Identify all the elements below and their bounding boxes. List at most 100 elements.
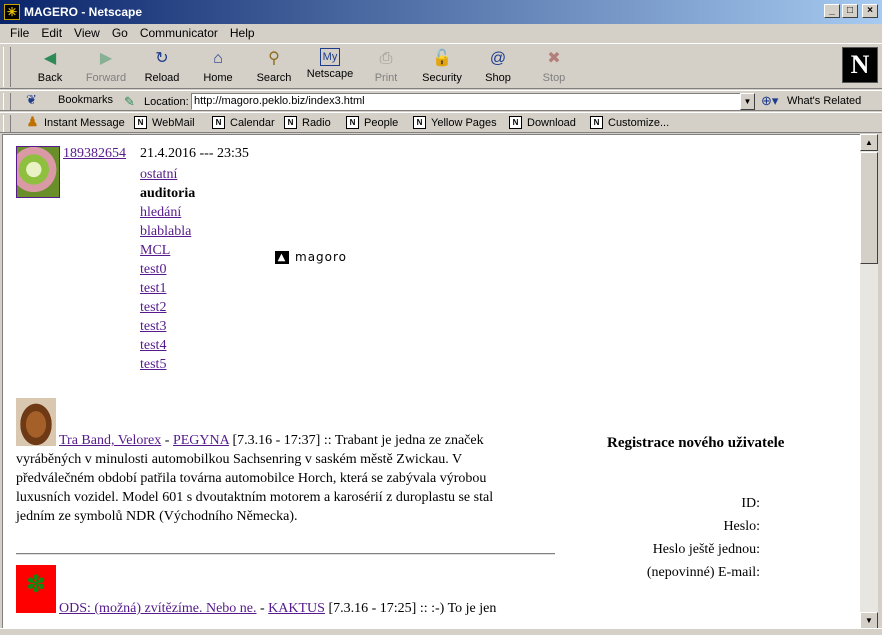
nav-link-test5[interactable]: test5 (140, 357, 166, 373)
back-button[interactable]: ◀ Back (22, 47, 78, 87)
forward-arrow-icon: ▶ (99, 50, 113, 67)
stop-icon: ✖ (547, 50, 561, 67)
nav-link-test2[interactable]: test2 (140, 300, 166, 316)
security-label: Security (422, 72, 462, 84)
reload-label: Reload (144, 72, 180, 84)
close-button[interactable]: × (862, 4, 878, 18)
shop-icon: @ (489, 50, 507, 67)
bookmarks-label: Bookmarks (58, 94, 114, 106)
post-1-line-3: luxusních vozidel. Model 601 s dvoutaktn… (16, 490, 494, 505)
print-icon: ⎙ (379, 50, 393, 67)
bookmark-yellow-pages[interactable]: N Yellow Pages (413, 116, 497, 129)
bookmark-customize[interactable]: N Customize... (590, 116, 669, 129)
bookmarks-icon: ❦ (26, 92, 37, 107)
my-netscape-icon: My (320, 48, 340, 66)
toolbar-grip[interactable] (3, 47, 11, 87)
vertical-scrollbar[interactable]: ▲ ▼ (860, 134, 878, 629)
search-button[interactable]: ⚲ Search (246, 47, 302, 87)
netscape-button[interactable]: My Netscape (302, 47, 358, 87)
bookmark-label: Radio (302, 116, 331, 129)
bookmark-label: Calendar (230, 116, 275, 129)
post-1-line-4: jedním ze symbolů NDR (Východního Německ… (16, 509, 298, 524)
home-button[interactable]: ⌂ Home (190, 47, 246, 87)
bookmark-page-icon: N (346, 116, 359, 129)
menu-communicator[interactable]: Communicator (134, 26, 224, 40)
scroll-down-arrow-icon[interactable]: ▼ (860, 612, 878, 629)
nav-link-ostatn-[interactable]: ostatní (140, 167, 177, 183)
whats-related-button[interactable]: ⊕▾ What's Related (761, 93, 861, 109)
post-2-meta: [7.3.16 - 17:25] :: :-) To je jen (324, 601, 497, 616)
shop-button[interactable]: @ Shop (470, 47, 526, 87)
bookmark-radio[interactable]: N Radio (284, 116, 331, 129)
location-grip[interactable] (3, 93, 11, 110)
personal-grip[interactable] (3, 115, 11, 132)
back-arrow-icon: ◀ (43, 50, 57, 67)
instant-message-icon: ♟ (26, 114, 39, 129)
bookmark-webmail[interactable]: N WebMail (134, 116, 195, 129)
search-label: Search (256, 72, 292, 84)
reg-email-label: (nepovinné) E-mail: (646, 565, 760, 580)
menu-go[interactable]: Go (106, 26, 134, 40)
minimize-button[interactable]: _ (824, 4, 840, 18)
nav-link-test4[interactable]: test4 (140, 338, 166, 354)
menu-view[interactable]: View (68, 26, 106, 40)
print-button[interactable]: ⎙ Print (358, 47, 414, 87)
reg-id-label: ID: (741, 496, 760, 511)
whats-related-label: What's Related (787, 95, 862, 107)
window-title: MAGERO - Netscape (24, 5, 143, 19)
scroll-thumb[interactable] (860, 152, 878, 264)
user-id-link[interactable]: 189382654 (63, 146, 126, 162)
post-2-separator: - (256, 601, 269, 616)
reload-icon: ↻ (155, 50, 169, 67)
nav-link-test0[interactable]: test0 (140, 262, 166, 278)
menu-help[interactable]: Help (224, 26, 261, 40)
post-1-meta: [7.3.16 - 17:37] :: Trabant je jedna ze … (228, 433, 484, 448)
nav-link-mcl[interactable]: MCL (140, 243, 170, 259)
lock-icon: 🔓 (432, 50, 452, 67)
location-icon: ✎ (124, 94, 135, 109)
nav-link-blablabla[interactable]: blablabla (140, 224, 191, 240)
nav-link-test1[interactable]: test1 (140, 281, 166, 297)
location-label-group: ✎ Location: (124, 94, 189, 110)
stop-button[interactable]: ✖ Stop (526, 47, 582, 87)
personal-toolbar: ♟ Instant Message N WebMail N Calendar N Radio N… (0, 112, 882, 133)
post-1-title-link[interactable]: Tra Band, Velorex (59, 433, 161, 448)
user-avatar[interactable] (16, 146, 60, 198)
post-2: ODS: (možná) zvítězíme. Nebo ne. - KAKTU… (16, 599, 556, 618)
location-toolbar: ❦ Bookmarks ✎ Location: http://magoro.pe… (0, 90, 882, 111)
navigation-toolbar: ◀ Back ▶ Forward ↻ Reload ⌂ Home ⚲ Search My Netsca… (0, 43, 882, 89)
url-dropdown-arrow-icon[interactable]: ▼ (740, 93, 755, 110)
post-divider (16, 553, 555, 555)
maximize-button[interactable]: □ (842, 4, 858, 18)
menu-file[interactable]: File (4, 26, 35, 40)
bookmark-calendar[interactable]: N Calendar (212, 116, 275, 129)
menu-bar: File Edit View Go Communicator Help (0, 24, 882, 42)
stop-label: Stop (542, 72, 566, 84)
nav-link-test3[interactable]: test3 (140, 319, 166, 335)
nav-link-hled-n-[interactable]: hledání (140, 205, 181, 221)
scroll-up-arrow-icon[interactable]: ▲ (860, 134, 878, 151)
location-label: Location: (144, 96, 189, 108)
menu-edit[interactable]: Edit (35, 26, 68, 40)
url-input[interactable]: http://magoro.peklo.biz/index3.html (191, 93, 742, 110)
bookmark-people[interactable]: N People (346, 116, 398, 129)
search-icon: ⚲ (268, 50, 280, 67)
netscape-app-icon: ✳ (4, 4, 20, 20)
netscape-label: Netscape (306, 68, 354, 80)
netscape-logo-icon[interactable]: N (842, 47, 878, 83)
forward-button[interactable]: ▶ Forward (78, 47, 134, 87)
bookmarks-button[interactable]: ❦ Bookmarks (26, 93, 113, 107)
bookmark-page-icon: N (284, 116, 297, 129)
post-2-author-link[interactable]: KAKTUS (268, 601, 325, 616)
magoro-logo: ▲ magoro (275, 250, 347, 264)
bookmark-instant-message[interactable]: ♟ Instant Message (26, 114, 125, 129)
bookmark-page-icon: N (134, 116, 147, 129)
security-button[interactable]: 🔓 Security (414, 47, 470, 87)
bookmark-label: People (364, 116, 399, 129)
post-1-author-link[interactable]: PEGYNA (173, 433, 229, 448)
reload-button[interactable]: ↻ Reload (134, 47, 190, 87)
bookmark-page-icon: N (590, 116, 603, 129)
post-1-separator: - (161, 433, 173, 448)
post-2-title-link[interactable]: ODS: (možná) zvítězíme. Nebo ne. (59, 601, 257, 616)
bookmark-download[interactable]: N Download (509, 116, 576, 129)
